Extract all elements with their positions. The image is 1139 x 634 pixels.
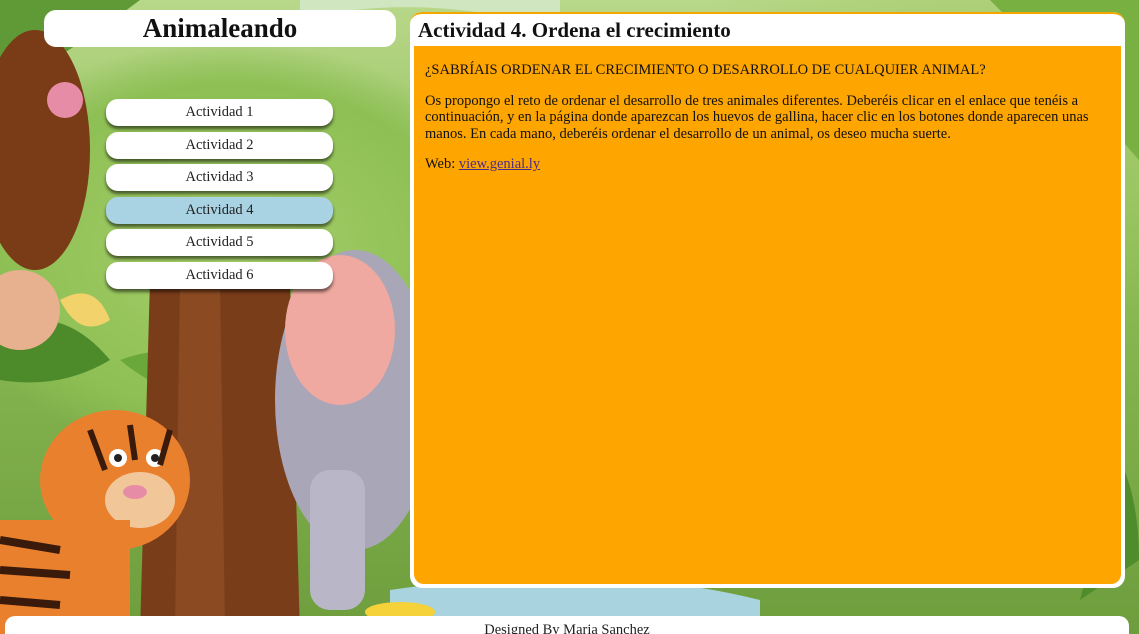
menu-item-label: Actividad 3 xyxy=(185,169,254,185)
page-title: Actividad 4. Ordena el crecimiento xyxy=(418,17,731,42)
genially-link[interactable]: view.genial.ly xyxy=(459,156,540,172)
menu-item-actividad-5[interactable]: Actividad 5 xyxy=(106,229,333,256)
menu-item-label: Actividad 1 xyxy=(185,104,254,120)
menu-item-actividad-1[interactable]: Actividad 1 xyxy=(106,99,333,126)
menu-item-label: Actividad 4 xyxy=(185,201,254,218)
panel-header: Actividad 4. Ordena el crecimiento xyxy=(410,12,1125,46)
web-label: Web: xyxy=(425,156,456,172)
menu-item-label: Actividad 5 xyxy=(185,234,254,250)
description-text: Os propongo el reto de ordenar el desarr… xyxy=(425,92,1089,142)
footer-credit: Designed By Maria Sanchez xyxy=(484,622,650,634)
menu-item-label: Actividad 2 xyxy=(185,136,254,153)
menu-item-label: Actividad 6 xyxy=(185,266,254,283)
panel-body: ¿SABRÍAIS ORDENAR EL CRECIMIENTO O DESAR… xyxy=(414,46,1121,584)
web-line: Web: view.genial.ly xyxy=(425,156,1110,173)
footer: Designed By Maria Sanchez xyxy=(5,616,1129,634)
menu-item-actividad-3[interactable]: Actividad 3 xyxy=(106,164,333,191)
menu-item-actividad-2[interactable]: Actividad 2 xyxy=(106,131,333,159)
question-text: ¿SABRÍAIS ORDENAR EL CRECIMIENTO O DESAR… xyxy=(425,62,986,78)
site-title: Animaleando xyxy=(142,13,298,43)
content-panel: Actividad 4. Ordena el crecimiento ¿SABR… xyxy=(410,12,1125,588)
activity-menu: Actividad 1 Actividad 2 Actividad 3 Activid… xyxy=(106,99,333,294)
site-title-box: Animaleando xyxy=(44,10,396,47)
menu-item-actividad-4[interactable]: Actividad 4 xyxy=(106,196,333,224)
menu-item-actividad-6[interactable]: Actividad 6 xyxy=(106,261,333,289)
